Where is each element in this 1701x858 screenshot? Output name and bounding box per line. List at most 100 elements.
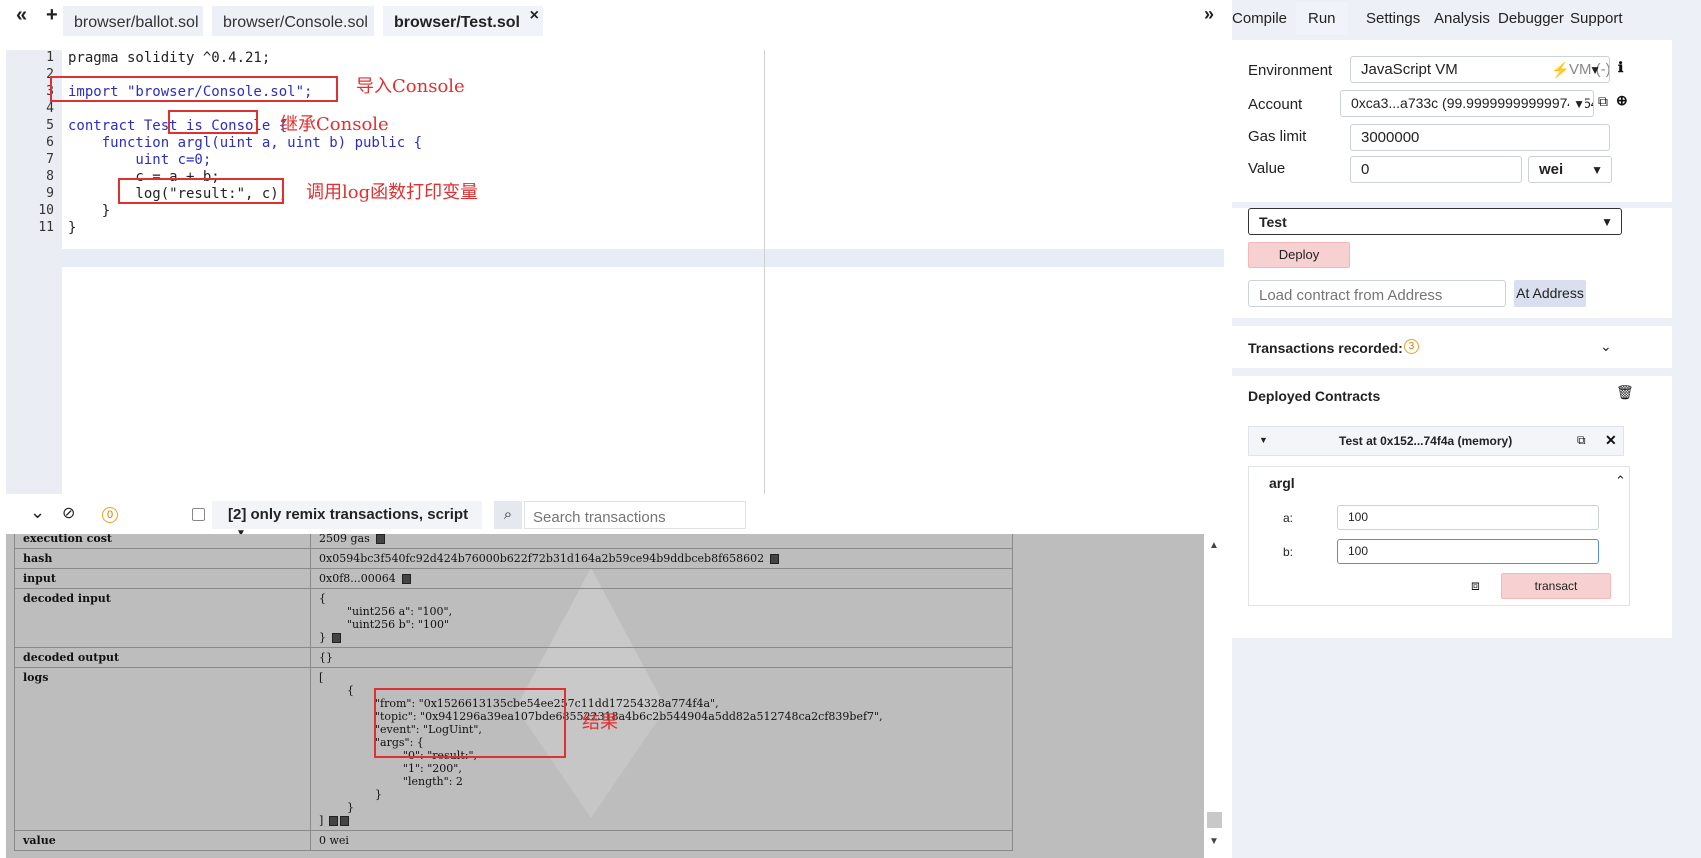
tab-analysis[interactable]: Analysis [1434,10,1490,27]
terminal-scrollbar[interactable]: ▲ ▼ [1204,534,1224,858]
tab-label: browser/ballot.sol [74,14,199,31]
table-row: hash 0x0594bc3f540fc92d424b76000b622f72b… [14,548,1013,569]
tab-debugger[interactable]: Debugger [1498,10,1564,27]
account-select[interactable]: 0xca3...a733c (99.99999999999974854 ▼ [1340,90,1594,117]
copy-icon[interactable] [375,534,385,544]
copy-icon[interactable] [329,816,339,826]
row-value: 2509 gas [310,534,1013,549]
param-a-input[interactable]: 100 [1337,505,1599,530]
copy-address-icon[interactable]: ⧉ [1577,433,1586,448]
line-number: 10 [38,203,54,218]
row-value: { "uint256 a": "100", "uint256 b": "100"… [310,588,1013,648]
close-instance-icon[interactable]: ✕ [1605,432,1617,449]
load-contract-address-input[interactable] [1248,280,1506,307]
table-row: value 0 wei [14,830,1013,851]
scroll-up-icon[interactable]: ▲ [1209,540,1219,551]
line-number: 8 [46,169,54,184]
annotation-box-inherit [168,110,258,134]
briefcase-icon[interactable]: ⧈ [1471,577,1480,594]
scroll-thumb[interactable] [1207,812,1222,828]
code-line-7: uint c=0; [68,152,212,168]
table-row: decoded output {} [14,647,1013,668]
annotation-box-import [50,76,338,102]
copy-icon[interactable] [340,816,350,826]
environment-label: Environment [1248,62,1333,79]
annotation-result: 结果 [582,712,618,733]
deploy-button[interactable]: Deploy [1248,242,1350,268]
row-key: execution cost [14,534,311,549]
copy-icon[interactable] [401,574,411,584]
instance-title: Test at 0x152...74f4a (memory) [1339,434,1513,448]
at-address-button[interactable]: At Address [1514,280,1586,307]
trash-icon[interactable]: 🗑 [1616,384,1634,401]
add-file-icon[interactable]: + [46,4,58,27]
chevron-down-icon: ▼ [1569,97,1585,111]
search-transactions-input[interactable] [524,501,746,529]
chevron-up-icon[interactable]: ⌃ [1615,473,1626,489]
tab-run[interactable]: Run [1296,2,1348,35]
environment-value: JavaScript VM [1361,61,1458,78]
minimize-terminal-icon[interactable]: ⌄ [30,502,45,523]
listen-network-checkbox[interactable] [192,508,205,521]
add-account-icon[interactable]: ⊕ [1616,92,1628,109]
deployed-contracts-label: Deployed Contracts [1248,388,1381,404]
function-panel: argl ⌃ a: 100 b: 100 ⧈ transact [1248,466,1630,606]
deploy-card: Test ▼ Deploy At Address [1232,208,1672,318]
account-label: Account [1248,96,1303,113]
tab-test[interactable]: browser/Test.sol × [383,6,543,36]
chevron-down-icon: ▼ [1589,63,1601,77]
row-key: decoded output [14,647,311,668]
clear-console-icon[interactable]: ⊘ [62,503,75,523]
close-tab-icon[interactable]: × [530,7,539,25]
line-number: 5 [46,118,54,133]
code-editor[interactable]: 1 2 3 4 5 6 7 8 9 10 11 pragma solidity … [6,36,1224,496]
scroll-down-icon[interactable]: ▼ [1209,836,1219,847]
gas-limit-input[interactable]: 3000000 [1350,124,1610,151]
code-line-6: function argl(uint a, uint b) public { [68,135,423,151]
code-line-11: } [68,220,77,236]
expand-panel-icon[interactable]: » [1204,4,1214,25]
annotation-box-log [118,178,284,204]
chevron-down-icon[interactable]: ⌄ [1600,338,1612,355]
transact-button[interactable]: transact [1501,573,1611,599]
annotation-log: 调用log函数打印变量 [306,182,479,203]
info-icon[interactable]: ℹ [1618,59,1623,76]
row-value: 0x0594bc3f540fc92d424b76000b622f72b31d16… [310,548,1013,569]
current-line-highlight [62,249,1224,267]
terminal-output[interactable]: execution cost 2509 gas hash 0x0594bc3f5… [6,534,1224,858]
transactions-recorded-card[interactable]: Transactions recorded: 3 ⌄ [1232,326,1672,368]
search-icon[interactable]: ⌕ [494,501,522,529]
contract-instance-header[interactable]: ▼ Test at 0x152...74f4a (memory) ⧉ ✕ [1248,426,1624,456]
pending-tx-badge: 0 [102,507,118,523]
tab-support[interactable]: Support [1570,10,1623,27]
line-number-gutter [6,50,62,494]
value-unit-select[interactable]: wei ▼ [1528,156,1612,183]
collapse-file-explorer-icon[interactable]: « [16,4,27,27]
code-line-1: pragma solidity ^0.4.21; [68,50,271,66]
line-number: 2 [46,67,54,82]
print-margin [764,50,765,494]
tab-console[interactable]: browser/Console.sol [212,6,374,36]
annotation-inherit: 继承Console [280,114,389,135]
copy-account-icon[interactable]: ⧉ [1598,93,1608,110]
row-value: 0x0f8...00064 [310,568,1013,589]
transactions-recorded-label: Transactions recorded: [1248,340,1403,356]
tab-label: browser/Test.sol [394,14,520,31]
param-b-input[interactable]: 100 [1337,539,1599,564]
tab-compile[interactable]: Compile [1232,10,1287,27]
copy-icon[interactable] [332,633,341,643]
value-input[interactable]: 0 [1350,156,1522,183]
line-number: 4 [46,101,54,116]
tab-ballot[interactable]: browser/ballot.sol [63,6,203,36]
caret-down-icon[interactable]: ▼ [1259,435,1268,445]
copy-icon[interactable] [770,554,780,564]
line-number: 9 [46,186,54,201]
tab-settings[interactable]: Settings [1366,10,1420,27]
contract-select[interactable]: Test ▼ [1248,208,1622,235]
deployed-contracts-card: Deployed Contracts 🗑 ▼ Test at 0x152...7… [1232,376,1672,638]
table-row: input 0x0f8...00064 [14,568,1013,589]
transaction-filter-dropdown[interactable]: [2] only remix transactions, script ▼ [212,501,482,539]
row-key: logs [14,667,311,831]
environment-select[interactable]: JavaScript VM ⚡ VM (-) ▼ [1350,56,1610,83]
line-number: 6 [46,135,54,150]
